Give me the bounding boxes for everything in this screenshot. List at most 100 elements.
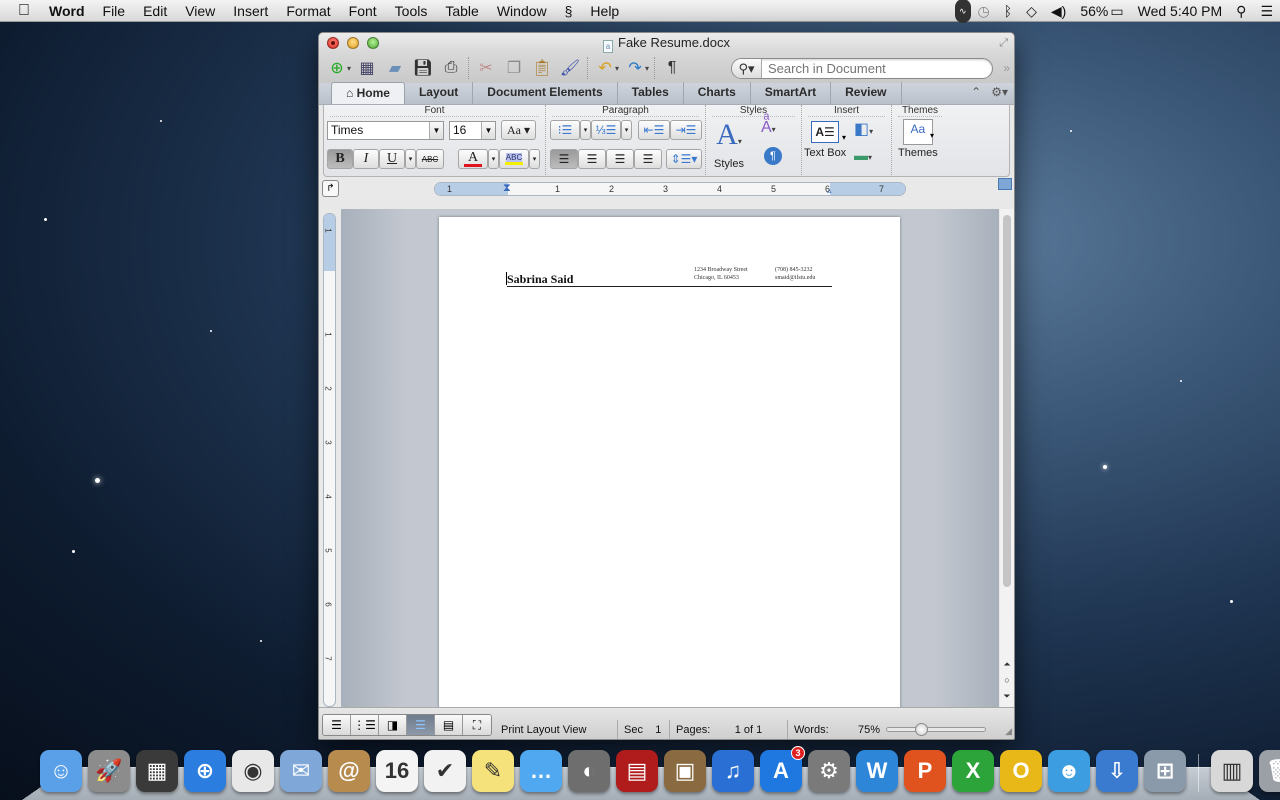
tab-charts[interactable]: Charts <box>684 82 751 104</box>
browse-object-icon[interactable]: ○ <box>1001 675 1013 685</box>
strikethrough-button[interactable]: ABC <box>416 149 444 169</box>
highlight-button[interactable]: ABC <box>499 149 529 169</box>
tab-layout[interactable]: Layout <box>405 82 474 104</box>
indent-marker-icon[interactable]: ⧗ <box>503 183 511 195</box>
new-dropdown-icon[interactable]: ▾ <box>347 64 351 73</box>
notification-center-icon[interactable]: ☰ <box>1253 0 1280 22</box>
bold-button[interactable]: B <box>327 149 353 169</box>
align-left-button[interactable]: ☰ <box>550 149 578 169</box>
dock-item-safari[interactable]: ⊕ <box>184 750 226 792</box>
dock-item-system-preferences[interactable]: ⚙ <box>808 750 850 792</box>
right-indent-marker-icon[interactable]: ▵ <box>827 185 832 195</box>
picture-icon[interactable]: ▬▾ <box>854 147 872 163</box>
pages-indicator[interactable]: Pages: 1 of 1 <box>669 720 762 739</box>
next-page-icon[interactable]: ⏷ <box>1001 691 1013 702</box>
bluetooth-icon[interactable]: ᛒ <box>997 0 1019 22</box>
previous-page-icon[interactable]: ⏶ <box>1001 659 1013 670</box>
menu-font[interactable]: Font <box>340 0 386 22</box>
redo-dropdown-icon[interactable]: ▾ <box>645 64 649 73</box>
align-center-button[interactable]: ☰ <box>578 149 606 169</box>
print-layout-view-icon[interactable]: ☰ <box>407 715 435 735</box>
search-field[interactable]: ⚲▾ <box>731 58 993 79</box>
shapes-icon[interactable]: ◧▾ <box>854 119 873 139</box>
format-painter-icon[interactable]: 🖌︎ <box>556 56 584 80</box>
dock-item-microsoft-messenger[interactable]: ☻ <box>1048 750 1090 792</box>
menu-file[interactable]: File <box>94 0 135 22</box>
dock-item-app-store[interactable]: A3 <box>760 746 805 792</box>
apple-menu-icon[interactable]:  <box>0 0 40 22</box>
dock-item-microsoft-outlook[interactable]: O <box>1000 750 1042 792</box>
outline-view-icon[interactable]: ⋮☰ <box>351 715 379 735</box>
dock-item-google-chrome[interactable]: ◉ <box>232 750 274 792</box>
time-machine-icon[interactable]: ◷ <box>971 0 997 22</box>
menu-window[interactable]: Window <box>488 0 556 22</box>
styles-pane-icon[interactable]: ¶ <box>764 147 782 165</box>
dock-item-microsoft-powerpoint[interactable]: P <box>904 750 946 792</box>
resume-contact[interactable]: (708) 845-3232 smaid@ilstu.edu <box>775 267 815 282</box>
dock-item-messages[interactable]: … <box>520 750 562 792</box>
horizontal-ruler[interactable]: 1 1 2 3 4 5 6 7 ⧗ ▵ <box>434 182 906 196</box>
document-page[interactable]: Sabrina Said 1234 Broadway Street Chicag… <box>439 217 900 717</box>
words-indicator[interactable]: Words: <box>787 720 829 739</box>
title-bar[interactable]: a Fake Resume.docx ⤢ <box>319 33 1014 53</box>
decrease-indent-button[interactable]: ⇤☰ <box>638 120 670 140</box>
resume-address[interactable]: 1234 Broadway Street Chicago, IL 60453 <box>694 267 748 282</box>
underline-dropdown[interactable]: ▾ <box>405 149 416 169</box>
menu-insert[interactable]: Insert <box>224 0 277 22</box>
numbering-dropdown[interactable]: ▾ <box>621 120 632 140</box>
dock-item-trash[interactable]: 🗑 <box>1259 750 1280 792</box>
vertical-scrollbar[interactable]: ⏶ ○ ⏷ <box>1000 209 1014 709</box>
collapse-ribbon-icon[interactable]: ⌃ <box>971 85 981 99</box>
dock-item-iphoto[interactable]: ▣ <box>664 750 706 792</box>
open-icon[interactable]: ▰ <box>381 56 409 80</box>
zoom-slider-knob[interactable] <box>915 723 928 736</box>
justify-button[interactable]: ☰ <box>634 149 662 169</box>
increase-indent-button[interactable]: ⇥☰ <box>670 120 702 140</box>
font-size-combo[interactable]: 16 ▼ <box>449 121 496 140</box>
fullscreen-icon[interactable]: ⤢ <box>999 37 1008 50</box>
tab-tables[interactable]: Tables <box>618 82 684 104</box>
clock[interactable]: Wed 5:40 PM <box>1131 0 1230 22</box>
dock-item-facetime[interactable]: ◐ <box>568 750 610 792</box>
italic-button[interactable]: I <box>353 149 379 169</box>
chevron-down-icon[interactable]: ▼ <box>481 122 495 139</box>
dock-item-microsoft-excel[interactable]: X <box>952 750 994 792</box>
menu-view[interactable]: View <box>176 0 224 22</box>
vertical-ruler[interactable]: 1 1 2 3 4 5 6 7 <box>323 213 336 707</box>
spotlight-icon[interactable]: ⚲ <box>1229 0 1253 22</box>
bullets-dropdown[interactable]: ▾ <box>580 120 591 140</box>
print-icon[interactable]: ⎙ <box>437 56 465 80</box>
resume-name[interactable]: Sabrina Said <box>507 272 573 287</box>
font-color-dropdown[interactable]: ▾ <box>488 149 499 169</box>
templates-icon[interactable]: ▦ <box>353 56 381 80</box>
numbering-button[interactable]: ⅓☰ <box>591 120 621 140</box>
bullets-button[interactable]: ⁝☰ <box>550 120 580 140</box>
menu-help[interactable]: Help <box>581 0 628 22</box>
styles-button[interactable]: A▾ Styles <box>714 119 744 171</box>
paste-icon[interactable]: 📋︎ <box>528 56 556 80</box>
zoom-slider[interactable] <box>886 723 986 736</box>
menu-edit[interactable]: Edit <box>134 0 176 22</box>
text-box-button[interactable]: A☰ Text Box <box>804 121 846 159</box>
dock-item-chrome-app-launcher[interactable]: ▥ <box>1211 750 1253 792</box>
menu-tools[interactable]: Tools <box>386 0 437 22</box>
search-icon[interactable]: ⚲▾ <box>732 59 762 78</box>
manage-styles-icon[interactable]: Aͣ▾ <box>761 119 776 137</box>
change-case-button[interactable]: Aa ▾ <box>501 120 536 140</box>
toolbar-overflow-icon[interactable]: » <box>1003 61 1010 75</box>
activity-monitor-icon[interactable]: ∿ <box>954 0 971 23</box>
font-color-button[interactable]: A <box>458 149 488 169</box>
text-box-dropdown[interactable]: ▾ <box>842 133 846 142</box>
themes-dropdown[interactable]: ▾ <box>930 131 934 140</box>
tab-selector-icon[interactable]: ↱ <box>322 180 339 197</box>
dock-item-reminders[interactable]: ✔ <box>424 750 466 792</box>
dock-item-photo-booth[interactable]: ▤ <box>616 750 658 792</box>
dock-item-mission-control[interactable]: ▦ <box>136 750 178 792</box>
dock-item-launchpad[interactable]: 🚀 <box>88 750 130 792</box>
notebook-view-icon[interactable]: ▤ <box>435 715 463 735</box>
search-input[interactable] <box>762 61 992 76</box>
section-indicator[interactable]: Sec 1 <box>617 720 661 739</box>
cut-icon[interactable]: ✂ <box>472 56 500 80</box>
tab-smartart[interactable]: SmartArt <box>751 82 832 104</box>
tab-review[interactable]: Review <box>831 82 902 104</box>
